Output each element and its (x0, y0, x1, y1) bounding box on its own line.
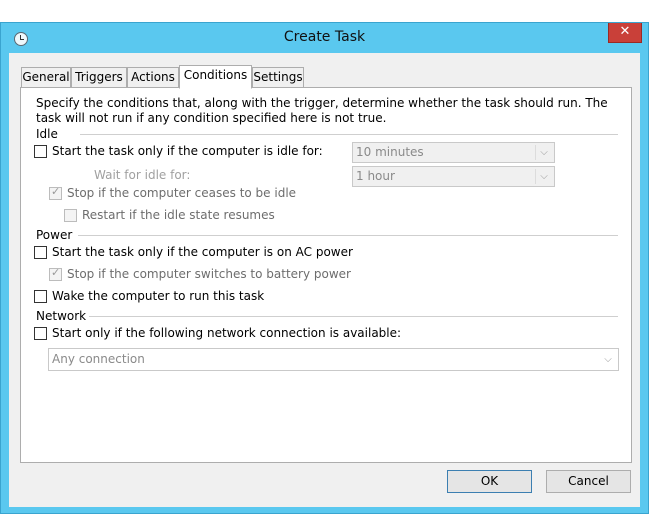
tab-conditions[interactable]: Conditions (179, 65, 252, 89)
wait-idle-label: Wait for idle for: (94, 168, 191, 182)
desktop-background (0, 0, 649, 22)
conditions-panel: Specify the conditions that, along with … (20, 87, 632, 463)
window-title: Create Task (283, 29, 366, 45)
idle-group-label: Idle (36, 127, 58, 141)
ok-button[interactable]: OK (447, 470, 532, 493)
wait-idle-select[interactable]: 1 hour ⌵ (352, 166, 555, 187)
stop-ceases-idle-checkbox[interactable] (49, 185, 62, 200)
idle-duration-value: 10 minutes (356, 145, 424, 159)
wake-computer-checkbox[interactable] (34, 290, 47, 303)
idle-start-checkbox[interactable] (34, 145, 47, 158)
restart-idle-checkbox[interactable] (64, 209, 77, 222)
tab-settings[interactable]: Settings (252, 67, 304, 88)
chevron-down-icon: ⌵ (604, 354, 612, 365)
network-connection-select[interactable]: Any connection ⌵ (48, 348, 619, 371)
battery-stop-checkbox[interactable] (49, 266, 62, 281)
create-task-window: Create Task ✕ General Triggers Actions C… (0, 22, 649, 514)
battery-stop-label: Stop if the computer switches to battery… (67, 267, 351, 281)
combo-divider (535, 145, 536, 160)
combo-divider (535, 169, 536, 184)
chevron-down-icon: ⌵ (540, 147, 548, 158)
network-checkbox[interactable] (34, 327, 47, 340)
power-group-label: Power (36, 228, 73, 242)
network-label: Start only if the following network conn… (52, 326, 402, 340)
power-separator (78, 235, 618, 236)
tab-general[interactable]: General (21, 67, 71, 88)
chevron-down-icon: ⌵ (540, 171, 548, 182)
dialog-client-area: General Triggers Actions Conditions Sett… (9, 53, 640, 507)
idle-start-label: Start the task only if the computer is i… (52, 144, 323, 158)
idle-duration-select[interactable]: 10 minutes ⌵ (352, 142, 555, 163)
title-bar[interactable]: Create Task ✕ (1, 23, 648, 53)
intro-text: Specify the conditions that, along with … (36, 96, 608, 125)
tab-actions[interactable]: Actions (127, 67, 179, 88)
stop-ceases-idle-label: Stop if the computer ceases to be idle (67, 186, 297, 200)
close-button[interactable]: ✕ (608, 23, 642, 43)
wake-computer-label: Wake the computer to run this task (52, 289, 265, 303)
network-separator (89, 316, 618, 317)
network-connection-value: Any connection (52, 352, 145, 366)
restart-idle-label: Restart if the idle state resumes (82, 208, 275, 222)
wait-idle-value: 1 hour (356, 169, 395, 183)
ac-power-label: Start the task only if the computer is o… (52, 245, 353, 259)
ac-power-checkbox[interactable] (34, 246, 47, 259)
network-group-label: Network (36, 309, 87, 323)
idle-separator (80, 134, 618, 135)
tab-triggers[interactable]: Triggers (71, 67, 127, 88)
cancel-button[interactable]: Cancel (546, 470, 631, 493)
